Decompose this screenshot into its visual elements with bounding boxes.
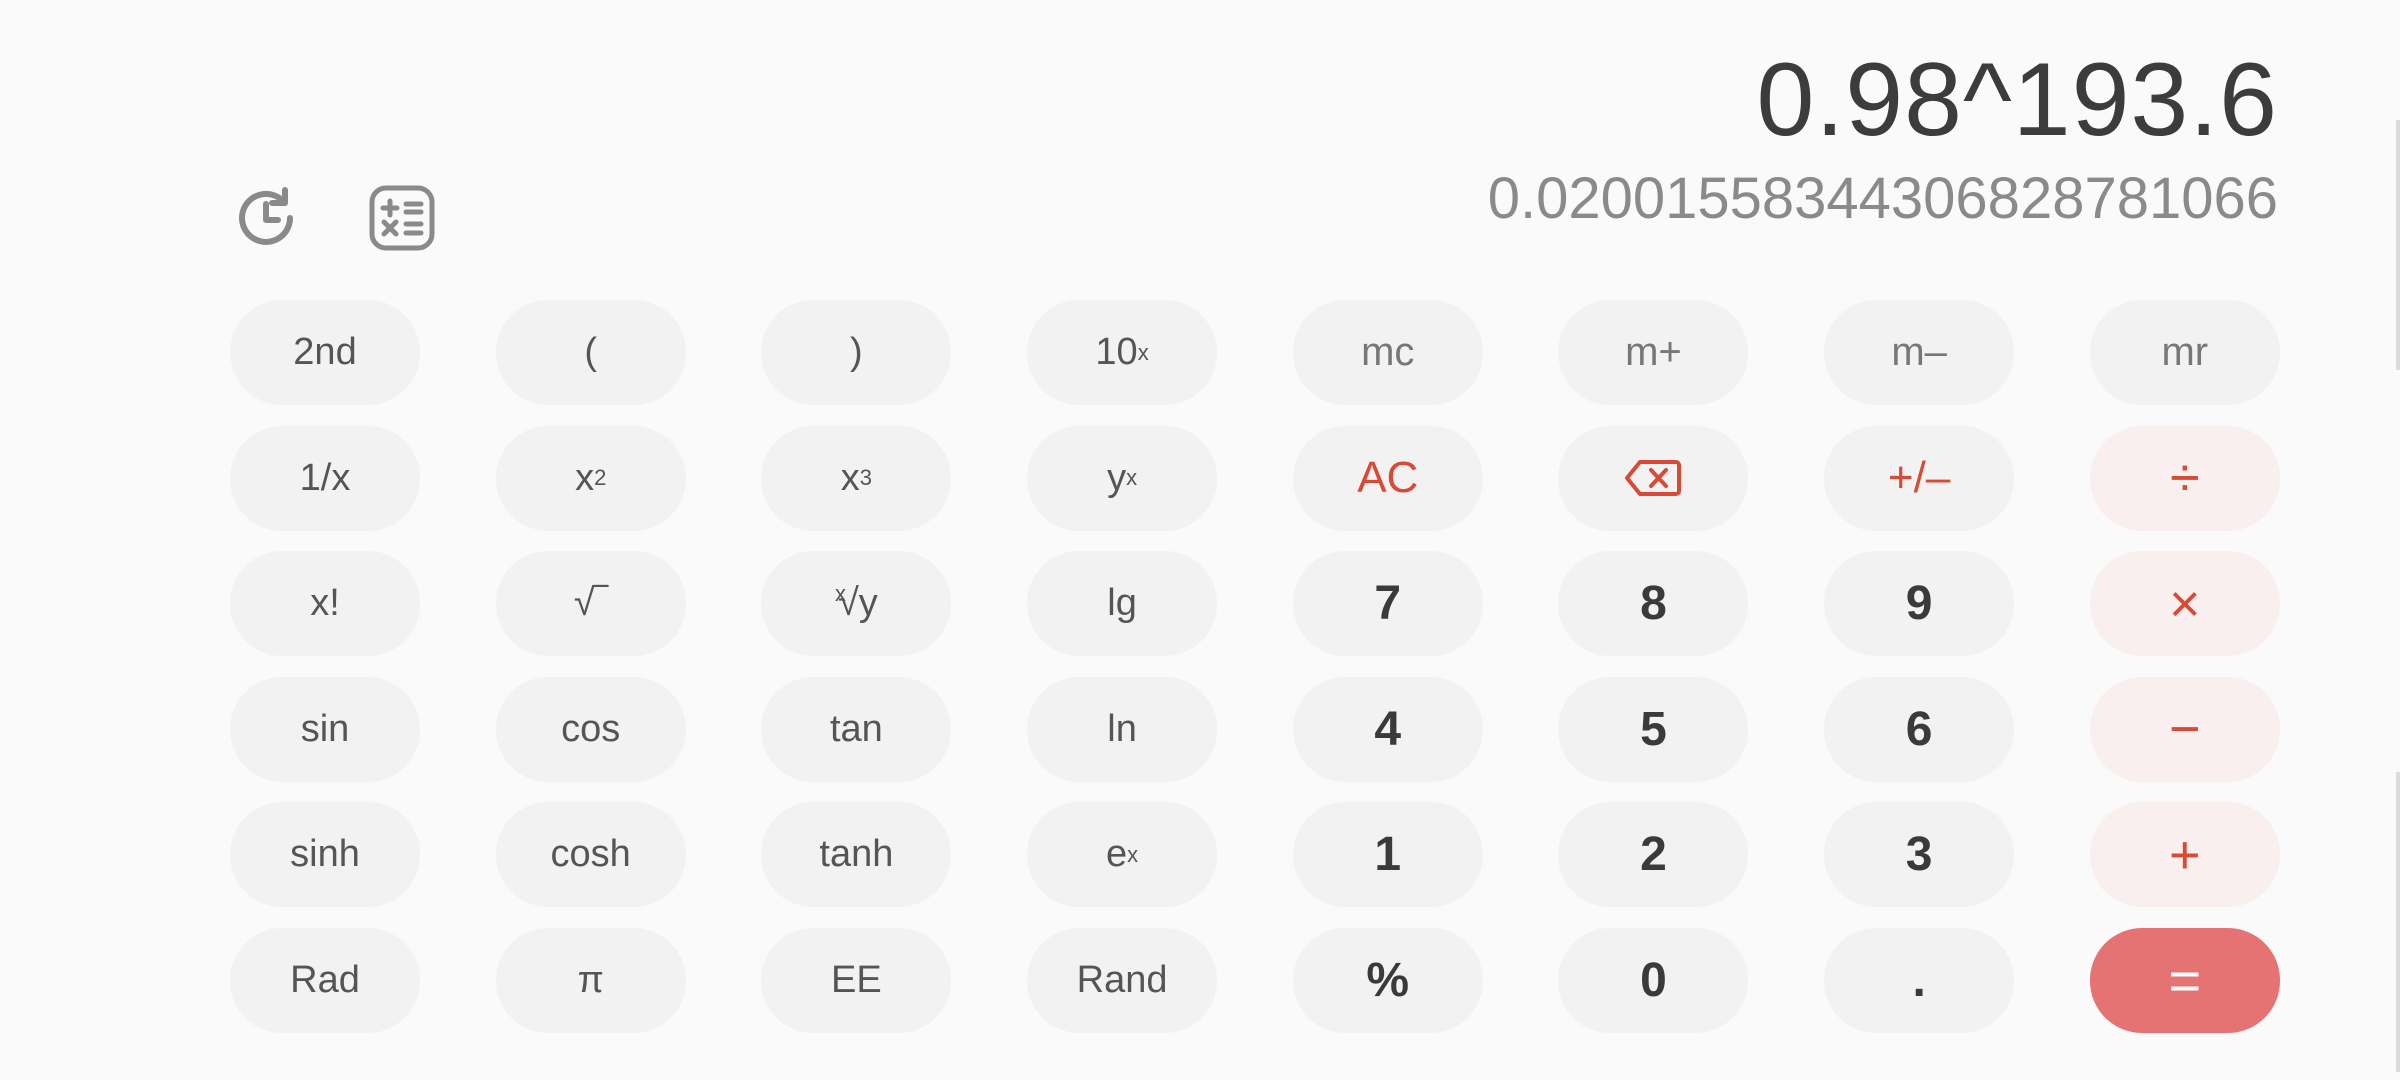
multiply-button[interactable]: × <box>2089 551 2280 656</box>
tanh-button[interactable]: tanh <box>761 802 952 907</box>
rad-deg-toggle[interactable]: Rad <box>230 927 420 1033</box>
plus-minus-button[interactable]: +/– <box>1824 425 2015 531</box>
power-base: y <box>1107 456 1127 499</box>
exp-exponent: x <box>1127 841 1139 867</box>
result-display: 0.02001558344306828781066 <box>1488 164 2278 234</box>
square-root-button[interactable]: √‾ <box>495 551 686 656</box>
exp-button[interactable]: ex <box>1027 802 1218 907</box>
backspace-button[interactable] <box>1558 425 1749 531</box>
digit-9-button[interactable]: 9 <box>1824 551 2015 656</box>
cube-exponent: 3 <box>859 465 872 490</box>
history-button[interactable] <box>228 180 304 256</box>
digit-4-button[interactable]: 4 <box>1292 676 1483 782</box>
cube-base: x <box>840 456 860 499</box>
exp-base: e <box>1105 833 1128 875</box>
second-function-button[interactable]: 2nd <box>230 300 420 405</box>
open-paren-button[interactable]: ( <box>495 300 686 405</box>
power-exponent: x <box>1126 465 1138 490</box>
all-clear-button[interactable]: AC <box>1292 425 1483 531</box>
memory-recall-button[interactable]: mr <box>2089 300 2280 405</box>
square-base: x <box>575 456 595 499</box>
digit-6-button[interactable]: 6 <box>1824 676 2015 782</box>
backspace-icon <box>1625 460 1682 496</box>
digit-2-button[interactable]: 2 <box>1558 802 1749 907</box>
power-button[interactable]: yx <box>1027 425 1218 531</box>
ten-power-exponent: x <box>1137 339 1149 365</box>
history-icon <box>239 187 293 245</box>
minus-button[interactable]: − <box>2089 676 2280 782</box>
plus-button[interactable]: + <box>2089 802 2280 907</box>
reciprocal-button[interactable]: 1/x <box>230 425 420 531</box>
digit-8-button[interactable]: 8 <box>1558 551 1749 656</box>
log10-button[interactable]: lg <box>1027 551 1218 656</box>
expression-display: 0.98^193.6 <box>1756 42 2278 158</box>
unit-converter-button[interactable] <box>364 180 440 256</box>
digit-1-button[interactable]: 1 <box>1292 802 1483 907</box>
nth-root-button[interactable]: x √y <box>761 551 952 656</box>
decimal-point-button[interactable]: . <box>1824 927 2015 1033</box>
memory-add-button[interactable]: m+ <box>1558 300 1749 405</box>
cube-button[interactable]: x3 <box>761 425 952 531</box>
root-index: x <box>834 580 846 606</box>
unit-converter-icon <box>369 185 435 251</box>
digit-7-button[interactable]: 7 <box>1292 551 1483 656</box>
sin-button[interactable]: sin <box>230 676 420 782</box>
digit-5-button[interactable]: 5 <box>1558 676 1749 782</box>
scrollbar-track-top <box>2396 120 2400 370</box>
square-button[interactable]: x2 <box>495 425 686 531</box>
rand-button[interactable]: Rand <box>1027 927 1218 1033</box>
scrollbar-track-bottom <box>2396 772 2400 1072</box>
close-paren-button[interactable]: ) <box>761 300 952 405</box>
ten-power-button[interactable]: 10 x <box>1027 300 1218 405</box>
tan-button[interactable]: tan <box>761 676 952 782</box>
equals-button[interactable]: = <box>2089 927 2280 1033</box>
square-exponent: 2 <box>594 465 607 490</box>
digit-0-button[interactable]: 0 <box>1558 927 1749 1033</box>
factorial-button[interactable]: x! <box>230 551 420 656</box>
sinh-button[interactable]: sinh <box>230 802 420 907</box>
result-value: 0.02001558344306828781066 <box>1487 166 2278 231</box>
ln-button[interactable]: ln <box>1027 676 1218 782</box>
memory-clear-button[interactable]: mc <box>1292 300 1483 405</box>
memory-subtract-button[interactable]: m– <box>1824 300 2015 405</box>
digit-3-button[interactable]: 3 <box>1824 802 2015 907</box>
calculator-app: 0.98^193.6 0.02001558344306828781066 2nd… <box>0 0 2400 1080</box>
ee-button[interactable]: EE <box>761 927 952 1033</box>
divide-button[interactable]: ÷ <box>2089 425 2280 531</box>
percent-button[interactable]: % <box>1292 927 1483 1033</box>
cos-button[interactable]: cos <box>495 676 686 782</box>
pi-button[interactable]: π <box>495 927 686 1033</box>
keypad: 2nd ( ) 10 x mc m+ m– mr 1/x x2 x3 yx AC … <box>230 300 2280 1035</box>
cosh-button[interactable]: cosh <box>495 802 686 907</box>
ten-power-base: 10 <box>1095 331 1138 373</box>
